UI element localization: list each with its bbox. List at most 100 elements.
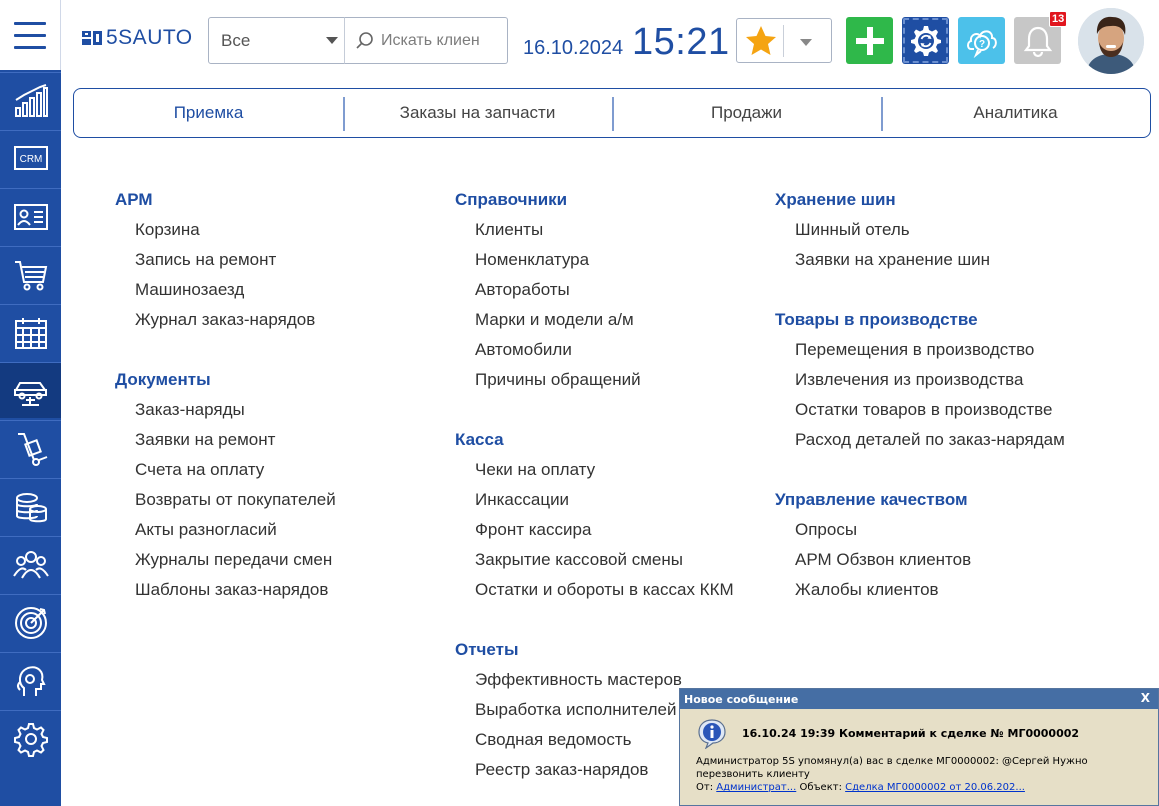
- sidebar-item-marketing[interactable]: [0, 594, 61, 650]
- tab-reception[interactable]: Приемка: [74, 89, 343, 137]
- menu-link[interactable]: Чеки на оплату: [455, 456, 734, 486]
- car-lift-icon: [13, 381, 47, 406]
- menu-link[interactable]: Журнал заказ-нарядов: [115, 306, 336, 336]
- menu-group-cash: Касса Чеки на оплату Инкассации Фронт ка…: [455, 426, 734, 606]
- menu-link[interactable]: Фронт кассира: [455, 516, 734, 546]
- menu-group-title: Товары в производстве: [775, 310, 978, 329]
- menu-link[interactable]: Машинозаезд: [115, 276, 336, 306]
- menu-link[interactable]: Инкассации: [455, 486, 734, 516]
- menu-group-quality: Управление качеством Опросы АРМ Обзвон к…: [775, 486, 1065, 606]
- calendar-icon: [14, 317, 47, 349]
- menu-link[interactable]: Остатки товаров в производстве: [775, 396, 1065, 426]
- menu-link[interactable]: Возвраты от покупателей: [115, 486, 336, 516]
- menu-column-3: Хранение шин Шинный отель Заявки на хран…: [775, 186, 1065, 636]
- menu-group-title: Управление качеством: [775, 490, 968, 509]
- sidebar-item-finance[interactable]: [0, 478, 61, 534]
- menu-group-directories: Справочники Клиенты Номенклатура Автораб…: [455, 186, 734, 396]
- sidebar-item-warehouse[interactable]: [0, 420, 61, 476]
- tab-sales[interactable]: Продажи: [612, 89, 881, 137]
- crm-icon: CRM: [13, 145, 48, 170]
- tab-parts-orders[interactable]: Заказы на запчасти: [343, 89, 612, 137]
- menu-link[interactable]: Автомобили: [455, 336, 734, 366]
- sidebar-item-sales[interactable]: [0, 246, 61, 302]
- plus-icon: [855, 26, 884, 55]
- cart-icon: [14, 260, 47, 290]
- tab-analytics[interactable]: Аналитика: [881, 89, 1150, 137]
- menu-link[interactable]: Запись на ремонт: [115, 246, 336, 276]
- menu-link[interactable]: Жалобы клиентов: [775, 576, 1065, 606]
- search-input[interactable]: [381, 31, 491, 50]
- chart-icon: [14, 83, 48, 117]
- search-scope-select[interactable]: Все: [208, 17, 345, 64]
- help-button[interactable]: ?: [958, 17, 1005, 64]
- sidebar-item-crm[interactable]: CRM: [0, 130, 61, 186]
- author-link[interactable]: Администрат...: [716, 782, 796, 793]
- gear-icon: [13, 722, 48, 757]
- menu-group-title: АРМ: [115, 190, 153, 209]
- menu-link[interactable]: Опросы: [775, 516, 1065, 546]
- sidebar-item-clients[interactable]: [0, 188, 61, 244]
- favorites-dropdown[interactable]: [736, 18, 832, 63]
- menu-link[interactable]: Извлечения из производства: [775, 366, 1065, 396]
- coins-icon: [15, 492, 47, 522]
- menu-link[interactable]: Номенклатура: [455, 246, 734, 276]
- current-date: 16.10.2024: [523, 37, 624, 59]
- menu-link[interactable]: Корзина: [115, 216, 336, 246]
- menu-link[interactable]: Счета на оплату: [115, 456, 336, 486]
- settings-sync-button[interactable]: [902, 17, 949, 64]
- sidebar-item-calendar[interactable]: [0, 304, 61, 360]
- sidebar-item-analytics[interactable]: [0, 72, 61, 128]
- notification-count-badge: 13: [1049, 11, 1068, 27]
- current-time: 15:21: [632, 21, 730, 63]
- menu-link[interactable]: Шинный отель: [775, 216, 1065, 246]
- menu-link[interactable]: Клиенты: [455, 216, 734, 246]
- menu-link[interactable]: Марки и модели а/м: [455, 306, 734, 336]
- id-card-icon: [13, 203, 48, 230]
- hand-truck-icon: [17, 432, 47, 466]
- sidebar: CRM: [0, 0, 61, 806]
- menu-link[interactable]: Остатки и обороты в кассах ККМ: [455, 576, 734, 606]
- chevron-down-icon: [326, 37, 338, 44]
- menu-link[interactable]: Заказ-наряды: [115, 396, 336, 426]
- sidebar-item-settings[interactable]: [0, 710, 61, 766]
- menu-link[interactable]: Закрытие кассовой смены: [455, 546, 734, 576]
- menu-column-1: АРМ Корзина Запись на ремонт Машинозаезд…: [115, 186, 336, 636]
- menu-link[interactable]: Причины обращений: [455, 366, 734, 396]
- app-logo[interactable]: 5SAUTO: [82, 26, 193, 49]
- menu-group-arm: АРМ Корзина Запись на ремонт Машинозаезд…: [115, 186, 336, 336]
- from-label: От:: [696, 782, 714, 793]
- popup-close-button[interactable]: X: [1141, 691, 1150, 705]
- info-icon: [698, 719, 726, 749]
- menu-link[interactable]: Заявки на ремонт: [115, 426, 336, 456]
- menu-link[interactable]: Акты разногласий: [115, 516, 336, 546]
- svg-text:CRM: CRM: [19, 154, 42, 165]
- menu-group-title: Документы: [115, 370, 211, 389]
- menu-group-title: Отчеты: [455, 640, 519, 659]
- new-message-popup: Новое сообщение X 16.10.24 19:39 Коммент…: [679, 688, 1159, 806]
- menu-link[interactable]: Перемещения в производство: [775, 336, 1065, 366]
- menu-link[interactable]: Шаблоны заказ-нарядов: [115, 576, 336, 606]
- menu-link[interactable]: Журналы передачи смен: [115, 546, 336, 576]
- menu-link[interactable]: Автоработы: [455, 276, 734, 306]
- menu-link[interactable]: Заявки на хранение шин: [775, 246, 1065, 276]
- client-search[interactable]: [344, 17, 508, 64]
- object-label: Объект:: [799, 782, 842, 793]
- sidebar-item-support[interactable]: [0, 652, 61, 708]
- hamburger-menu-button[interactable]: [0, 0, 61, 70]
- hamburger-line: [14, 21, 46, 25]
- sidebar-item-service[interactable]: [0, 362, 61, 418]
- popup-message-title: 16.10.24 19:39 Комментарий к сделке № МГ…: [742, 727, 1080, 740]
- sidebar-item-staff[interactable]: [0, 536, 61, 592]
- menu-link[interactable]: АРМ Обзвон клиентов: [775, 546, 1065, 576]
- add-button[interactable]: [846, 17, 893, 64]
- menu-group-title: Справочники: [455, 190, 568, 209]
- menu-group-title: Касса: [455, 430, 504, 449]
- menu-link[interactable]: Расход деталей по заказ-нарядам: [775, 426, 1065, 456]
- user-avatar[interactable]: [1078, 8, 1144, 74]
- logo-text: 5SAUTO: [106, 26, 193, 49]
- deal-link[interactable]: Сделка МГ0000002 от 20.06.202...: [845, 782, 1025, 793]
- chevron-down-icon[interactable]: [800, 39, 812, 46]
- logo-icon: [82, 31, 102, 45]
- menu-group-documents: Документы Заказ-наряды Заявки на ремонт …: [115, 366, 336, 606]
- hamburger-line: [14, 33, 46, 37]
